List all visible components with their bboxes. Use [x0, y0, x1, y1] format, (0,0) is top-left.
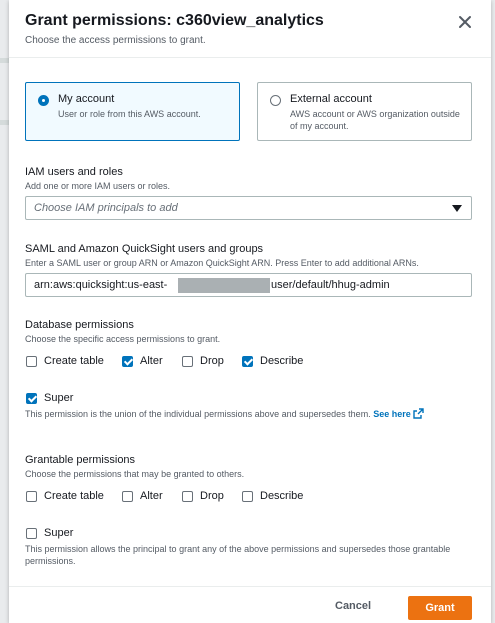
checkbox-label: Alter: [140, 490, 163, 502]
grantable-permissions-label: Grantable permissions: [25, 454, 136, 466]
grantable-permissions-description: Choose the permissions that may be grant…: [25, 469, 245, 479]
tile-description: User or role from this AWS account.: [58, 109, 201, 119]
database-permissions-description: Choose the specific access permissions t…: [25, 334, 221, 344]
see-here-text: See here: [373, 409, 411, 419]
tile-external-account[interactable]: External account AWS account or AWS orga…: [257, 82, 472, 141]
checkbox-label: Create table: [44, 355, 104, 367]
checkbox-label: Alter: [140, 355, 163, 367]
checkbox-describe[interactable]: [242, 356, 253, 367]
grant-button[interactable]: Grant: [408, 596, 472, 620]
checkbox-label: Drop: [200, 355, 224, 367]
dialog-footer: Cancel Grant: [9, 586, 491, 623]
checkbox-label: Drop: [200, 490, 224, 502]
tile-my-account[interactable]: My account User or role from this AWS ac…: [25, 82, 240, 141]
iam-label: IAM users and roles: [25, 166, 123, 178]
checkbox-label: Super: [44, 527, 74, 539]
super-note-text: This permission is the union of the indi…: [25, 409, 371, 419]
checkbox-label: Describe: [260, 355, 304, 367]
caret-down-icon: [452, 205, 462, 212]
external-link-icon: [413, 408, 424, 422]
super-note: This permission is the union of the indi…: [25, 408, 465, 422]
tile-title: My account: [58, 93, 115, 105]
see-here-link[interactable]: See here: [373, 408, 424, 422]
radio-my-account[interactable]: [38, 95, 49, 106]
checkbox-drop[interactable]: [182, 356, 193, 367]
checkbox-alter[interactable]: [122, 356, 133, 367]
checkbox-grantable-drop[interactable]: [182, 491, 193, 502]
close-icon[interactable]: [455, 12, 475, 32]
grant-permissions-dialog: Grant permissions: c360view_analytics Ch…: [9, 0, 491, 623]
saml-arn-input[interactable]: arn:aws:quicksight:us-east- user/default…: [25, 273, 472, 297]
dialog-subtitle: Choose the access permissions to grant.: [25, 35, 206, 46]
checkbox-grantable-create-table[interactable]: [26, 491, 37, 502]
cancel-button[interactable]: Cancel: [335, 600, 371, 612]
radio-external-account[interactable]: [270, 95, 281, 106]
checkbox-grantable-describe[interactable]: [242, 491, 253, 502]
grantable-super-note: This permission allows the principal to …: [25, 544, 451, 566]
checkbox-label: Super: [44, 392, 74, 404]
saml-description: Enter a SAML user or group ARN or Amazon…: [25, 258, 419, 268]
iam-placeholder: Choose IAM principals to add: [34, 202, 178, 214]
database-permissions-label: Database permissions: [25, 319, 134, 331]
checkbox-label: Create table: [44, 490, 104, 502]
checkbox-label: Describe: [260, 490, 304, 502]
arn-value-prefix: arn:aws:quicksight:us-east-: [34, 279, 168, 291]
tile-title: External account: [290, 93, 372, 105]
dialog-header: Grant permissions: c360view_analytics Ch…: [9, 0, 491, 58]
checkbox-create-table[interactable]: [26, 356, 37, 367]
dialog-title: Grant permissions: c360view_analytics: [25, 12, 324, 29]
checkbox-super[interactable]: [26, 393, 37, 404]
iam-description: Add one or more IAM users or roles.: [25, 181, 171, 191]
redacted-account-id: [178, 278, 270, 293]
checkbox-grantable-alter[interactable]: [122, 491, 133, 502]
iam-principals-select[interactable]: Choose IAM principals to add: [25, 196, 472, 220]
checkbox-grantable-super[interactable]: [26, 528, 37, 539]
tile-description: AWS account or AWS organization outside …: [290, 109, 460, 131]
saml-label: SAML and Amazon QuickSight users and gro…: [25, 243, 264, 255]
arn-value-suffix: user/default/hhug-admin: [271, 279, 390, 291]
